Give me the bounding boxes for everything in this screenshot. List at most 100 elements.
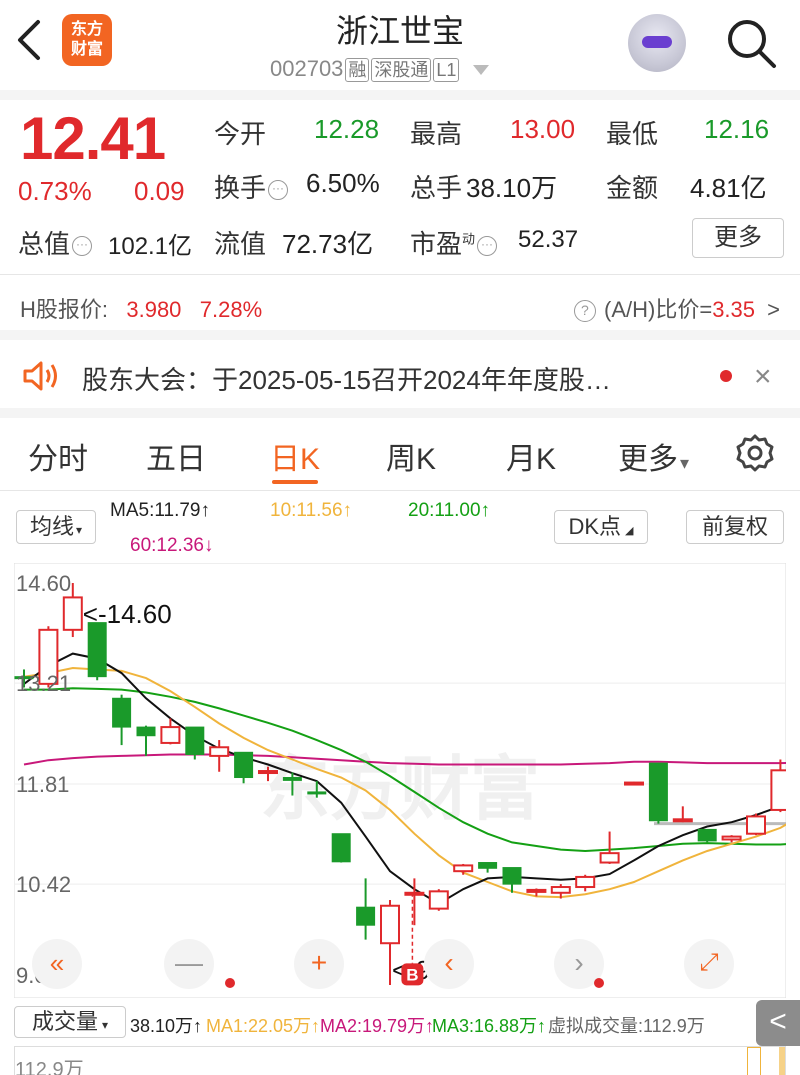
candle-body [575,875,596,889]
candle-body [234,751,254,779]
turnover-value: 6.50% [306,168,380,198]
pe-label: 市盈动 ··· [410,224,499,261]
tag-level: L1 [433,58,460,82]
candle-body [428,890,449,910]
candle-body [648,762,668,822]
volume-axis-top: 112.9万 [15,1059,84,1075]
candle-body [746,815,766,835]
hshare-percent: 7.28% [199,297,263,322]
candle-body [282,777,302,781]
max-price-label: <-14.60 [83,599,172,629]
candle-body [356,906,376,926]
ah-ratio-row[interactable]: ? (A/H)比价=3.35 > [572,292,780,324]
tab-weekly-k[interactable]: 周K [386,434,436,478]
hshare-price: 3.980 [126,297,182,322]
float-value: 72.73亿 [282,229,374,259]
current-price: 12.41 [20,105,166,172]
candle-body [112,697,132,728]
tab-five-day[interactable]: 五日 [146,434,206,478]
top-header: 东方 财富 浙江世宝 002703 融深股通 L1 [0,0,800,92]
ma60-value: 60:12.36↓ [130,535,214,556]
close-icon[interactable]: × [754,360,772,394]
info-icon[interactable]: ··· [268,180,289,201]
y-tick-label: 11.81 [16,772,69,797]
adjust-button[interactable]: 前复权 [686,510,784,544]
candle-body [453,864,474,873]
indicator-dot [225,978,235,988]
dropdown-icon: ▾ [75,523,83,537]
ah-value: 3.35 [712,297,756,322]
tab-more[interactable]: 更多 ▾ [618,434,689,478]
candle-body [209,746,230,757]
unread-dot [720,370,732,382]
hshare-row[interactable]: H股报价: 3.980 7.28% [20,292,262,324]
stock-code: 002703 [270,56,344,81]
chevron-down-icon: ▾ [680,453,690,473]
info-icon[interactable]: ··· [72,236,93,257]
kline-svg: 东方财富 14.6013.2111.8110.429.02<-14.60<-9.… [13,562,800,999]
candle-body [721,835,742,841]
tag-margin: 融 [345,58,370,82]
speaker-icon [22,360,62,392]
candle-body [160,726,181,744]
high-label: 最高 [410,119,463,149]
candle-body [526,888,547,893]
more-quote-button[interactable]: 更多 [692,218,784,258]
volume-label: 总手 [410,173,463,203]
hshare-label: H股报价: [20,297,109,322]
tab-daily-k[interactable]: 日K [270,434,320,478]
low-label: 最低 [606,119,659,149]
fullscreen-icon[interactable]: ⤢ [684,939,734,989]
assistant-avatar-icon[interactable] [628,14,686,72]
float-label: 流值 [214,229,267,259]
stock-code-line: 002703 融深股通 L1 [270,56,490,82]
candle-body [380,904,400,945]
candle-body [599,852,620,864]
candle-body [136,726,156,737]
virtual-volume: 虚拟成交量:112.9万 [548,1016,705,1036]
separator [0,408,800,418]
watermark: 东方财富 [260,750,540,828]
volume-value: 38.10万↑ [130,1016,203,1036]
ma20-value: 20:11.00↑ [408,500,491,521]
rewind-icon[interactable]: « [32,939,82,989]
candle-body [62,596,83,631]
notice-text[interactable]: 股东大会：于2025-05-15召开2024年年度股… [82,360,611,397]
gear-icon[interactable] [734,432,776,474]
tab-intraday[interactable]: 分时 [28,434,88,478]
vol-ma2: MA2:19.79万↑ [320,1016,435,1036]
info-icon[interactable]: ··· [477,236,498,257]
vol-ma1: MA1:22.05万↑ [206,1016,321,1036]
change-amount: 0.09 [134,176,185,206]
dk-point-button[interactable]: DK点 ◢ [554,510,648,544]
open-value: 12.28 [314,114,380,144]
separator [0,90,800,100]
chevron-right-icon: > [767,297,780,322]
candle-body [502,867,522,885]
tab-monthly-k[interactable]: 月K [506,434,556,478]
scroll-left-icon[interactable]: ‹ [424,939,474,989]
mktcap-value: 102.1亿 [108,233,193,260]
indicator-mode-button[interactable]: 均线 ▾ [16,510,96,544]
candle-body [550,886,571,894]
low-value: 12.16 [704,114,770,144]
candle-body [185,726,205,755]
kline-chart[interactable]: 东方财富 14.6013.2111.8110.429.02<-14.60<-9.… [13,562,800,999]
collapse-panel-button[interactable]: < [756,1000,800,1046]
pe-value: 52.37 [518,226,579,253]
search-icon[interactable] [724,16,778,70]
vol-ma3: MA3:16.88万↑ [432,1016,547,1036]
volume-mode-button[interactable]: 成交量 ▾ [14,1006,126,1038]
dropdown-icon[interactable] [472,64,490,76]
separator [0,490,800,491]
buy-marker-text: B [406,965,418,984]
change-percent: 0.73% [18,176,92,206]
y-tick-label: 10.42 [16,872,71,897]
volume-bar-virtual [747,1047,761,1075]
indicator-dot [594,978,604,988]
active-tab-indicator [272,480,318,484]
help-icon[interactable]: ? [573,300,596,323]
zoom-in-icon[interactable]: + [294,939,344,989]
zoom-out-icon[interactable]: — [164,939,214,989]
amount-value: 4.81亿 [690,173,767,203]
